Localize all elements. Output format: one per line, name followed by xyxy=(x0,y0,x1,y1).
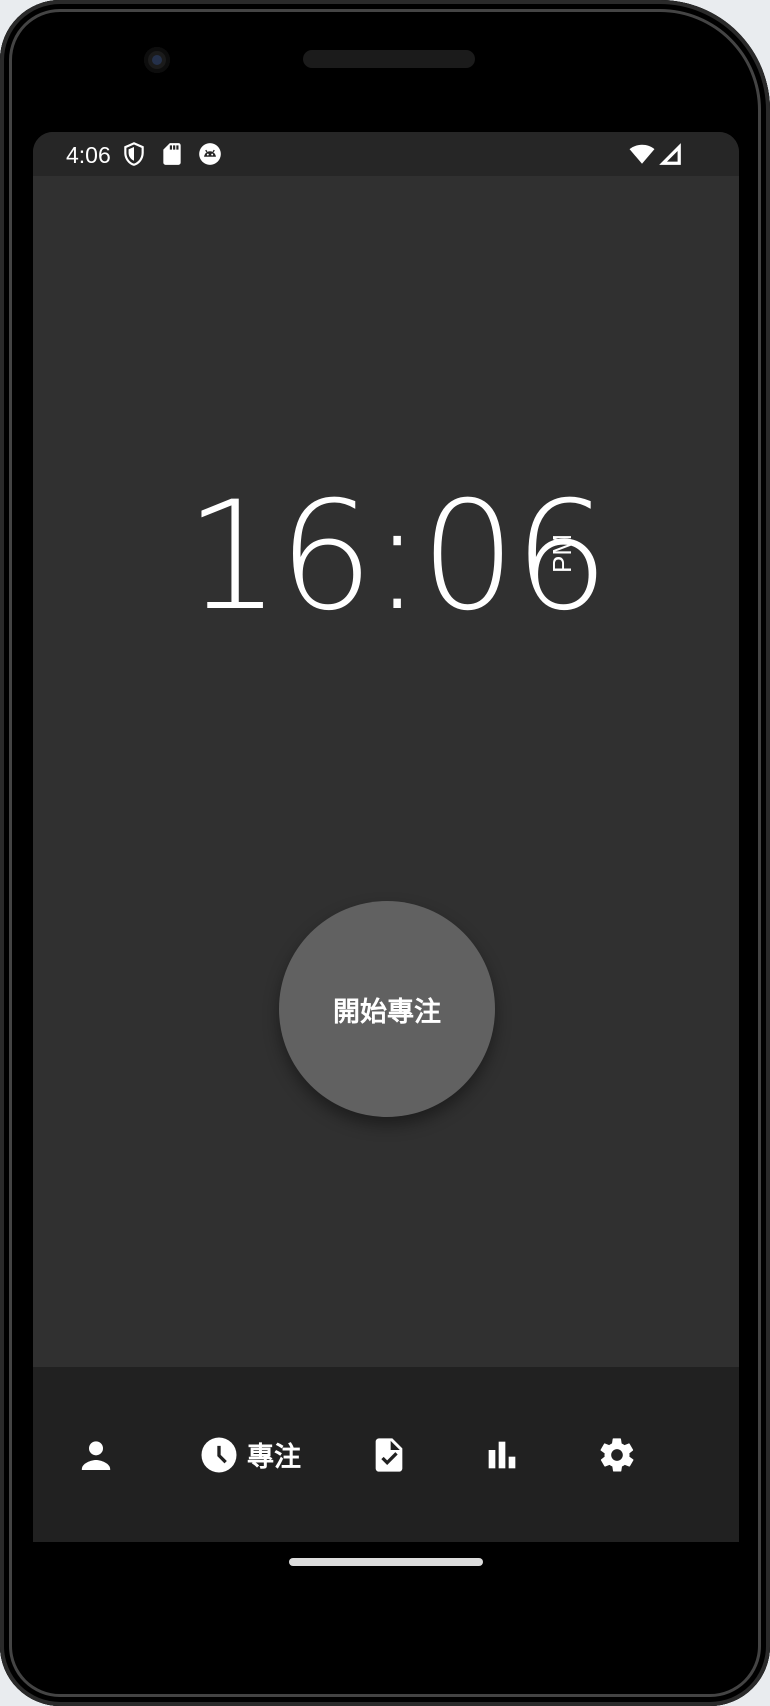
home-indicator[interactable] xyxy=(289,1558,483,1566)
cellular-signal-icon xyxy=(657,141,683,167)
person-icon xyxy=(76,1435,116,1475)
nav-item-tasks[interactable] xyxy=(354,1367,424,1542)
start-focus-button[interactable]: 開始專注 xyxy=(279,901,495,1117)
wifi-icon xyxy=(629,141,655,167)
earpiece-speaker xyxy=(303,50,475,68)
android-debug-icon xyxy=(197,141,223,167)
app-screen: 4:06 16:06 PM 開始專注 專注 xyxy=(33,132,739,1542)
bar-chart-icon xyxy=(482,1435,522,1475)
nav-item-focus[interactable]: 專注 xyxy=(185,1367,315,1542)
clock-icon xyxy=(199,1435,239,1475)
clock-ampm: PM xyxy=(547,534,577,573)
nav-item-profile[interactable] xyxy=(63,1367,128,1542)
gear-icon xyxy=(597,1435,637,1475)
nav-label-focus: 專注 xyxy=(247,1442,301,1472)
shield-icon xyxy=(121,141,147,167)
nav-item-settings[interactable] xyxy=(583,1367,651,1542)
front-camera xyxy=(144,47,170,73)
sd-card-icon xyxy=(159,141,185,167)
clock-display: 16:06 PM xyxy=(33,472,739,642)
task-check-icon xyxy=(369,1435,409,1475)
bottom-navigation: 專注 xyxy=(33,1367,739,1542)
status-bar: 4:06 xyxy=(33,132,739,176)
phone-frame: 4:06 16:06 PM 開始專注 專注 xyxy=(0,0,770,1706)
clock-time: 16:06 xyxy=(185,470,609,644)
nav-item-stats[interactable] xyxy=(469,1367,534,1542)
status-time: 4:06 xyxy=(66,142,111,168)
